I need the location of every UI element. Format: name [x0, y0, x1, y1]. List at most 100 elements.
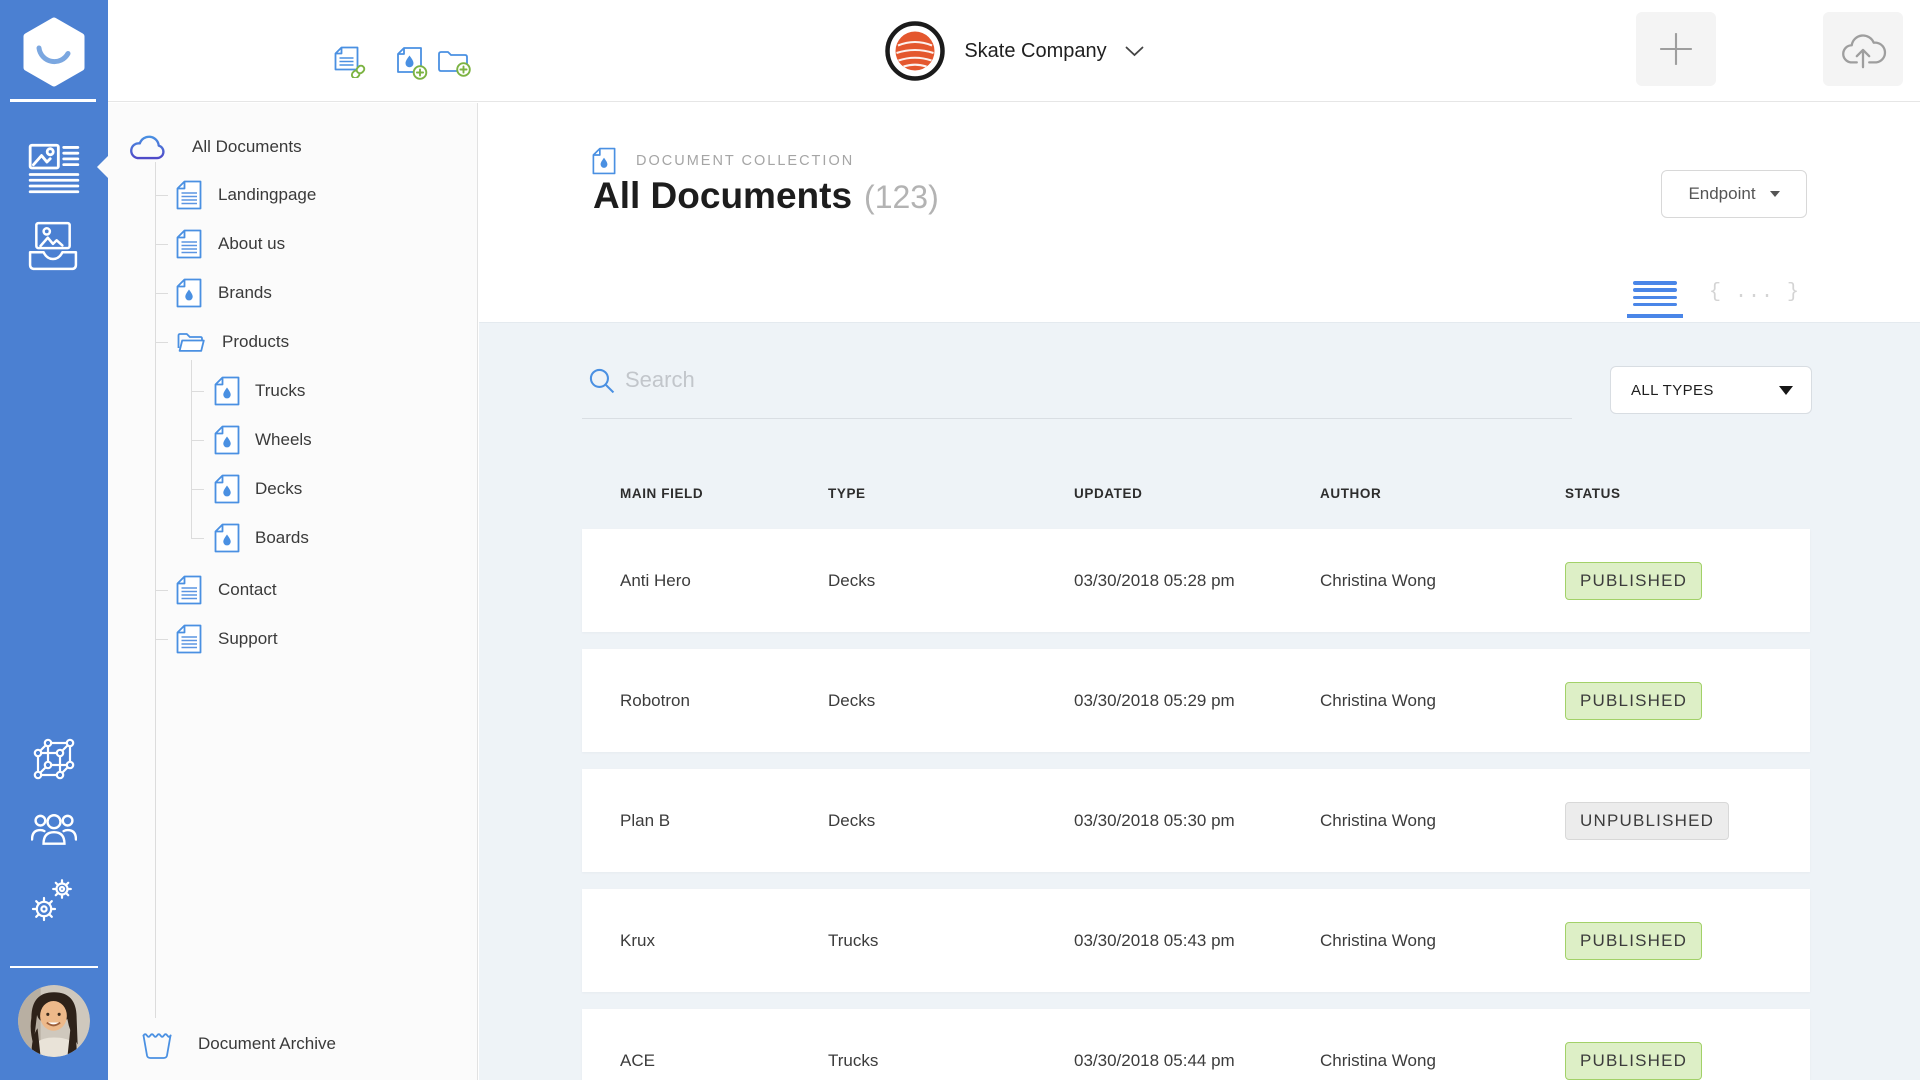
page-title: All Documents — [593, 175, 853, 216]
active-view-underline — [1626, 314, 1683, 319]
document-drop-icon — [214, 376, 240, 406]
document-lines-icon — [176, 180, 202, 210]
tree-item-label: Brands — [218, 283, 272, 302]
cell-main-field: Plan B — [620, 810, 671, 830]
column-status: STATUS — [1565, 486, 1621, 501]
column-type: TYPE — [828, 486, 866, 501]
tree-item-trucks[interactable]: Trucks — [191, 374, 305, 408]
column-author: AUTHOR — [1320, 486, 1382, 501]
tree-item-decks[interactable]: Decks — [191, 472, 302, 506]
cell-updated: 03/30/2018 05:29 pm — [1074, 690, 1235, 710]
table-row[interactable]: Anti Hero Decks 03/30/2018 05:28 pm Chri… — [582, 529, 1810, 632]
cloud-icon — [130, 135, 165, 160]
document-drop-icon — [214, 523, 240, 553]
list-view-toggle[interactable] — [1626, 279, 1683, 319]
tree-tick — [155, 243, 168, 245]
status-badge: PUBLISHED — [1565, 561, 1703, 600]
tree-item-about-us[interactable]: About us — [155, 227, 285, 261]
settings-nav-icon[interactable] — [28, 874, 80, 931]
cell-main-field: Krux — [620, 930, 655, 950]
cell-main-field: Robotron — [620, 690, 690, 710]
active-nav-notch — [97, 156, 108, 178]
search-input[interactable] — [625, 359, 1225, 401]
cell-main-field: Anti Hero — [620, 570, 691, 590]
cell-type: Decks — [828, 810, 876, 830]
cell-author: Christina Wong — [1320, 690, 1436, 710]
cell-type: Decks — [828, 570, 876, 590]
tree-item-brands[interactable]: Brands — [155, 276, 272, 310]
table-row[interactable]: ACE Trucks 03/30/2018 05:44 pm Christina… — [582, 1009, 1810, 1080]
tree-item-support[interactable]: Support — [155, 622, 278, 656]
status-badge: PUBLISHED — [1565, 681, 1703, 720]
cell-type: Trucks — [828, 930, 879, 950]
json-view-toggle[interactable]: { ... } — [1709, 279, 1800, 304]
tree-tick — [155, 194, 168, 196]
caret-down-icon — [1769, 191, 1780, 197]
table-row[interactable]: Robotron Decks 03/30/2018 05:29 pm Chris… — [582, 649, 1810, 752]
endpoint-dropdown-button[interactable]: Endpoint — [1661, 170, 1807, 218]
document-lines-icon — [176, 229, 202, 259]
tree-tick — [155, 341, 168, 343]
document-tree-sidebar: All Documents Landingpage About us Brand… — [108, 103, 478, 1080]
tree-item-contact[interactable]: Contact — [155, 573, 277, 607]
tree-item-label: Wheels — [255, 430, 312, 449]
endpoint-label: Endpoint — [1688, 184, 1756, 203]
tree-tick — [191, 439, 204, 441]
column-updated: UPDATED — [1074, 486, 1143, 501]
create-button[interactable] — [1636, 12, 1716, 86]
table-row[interactable]: Krux Trucks 03/30/2018 05:43 pm Christin… — [582, 889, 1810, 992]
collection-header: DOCUMENT COLLECTION All Documents (123) … — [479, 103, 1920, 322]
type-filter-dropdown[interactable]: ALL TYPES — [1610, 366, 1812, 414]
tree-tick — [191, 488, 204, 490]
tree-tick — [191, 390, 204, 392]
search-underline — [582, 418, 1572, 419]
chevron-down-icon — [1125, 46, 1144, 56]
archive-basket-icon — [142, 1033, 172, 1059]
tree-item-landingpage[interactable]: Landingpage — [155, 178, 316, 212]
status-badge: PUBLISHED — [1565, 1041, 1703, 1080]
search-icon — [589, 368, 615, 394]
cell-author: Christina Wong — [1320, 930, 1436, 950]
tree-item-label: Boards — [255, 528, 309, 547]
plus-icon — [1660, 33, 1692, 65]
document-lines-icon — [176, 624, 202, 654]
upload-button[interactable] — [1823, 12, 1903, 86]
tree-item-label: Trucks — [255, 381, 306, 400]
tree-item-boards[interactable]: Boards — [191, 521, 309, 555]
primary-sidebar — [0, 0, 108, 1080]
tree-item-wheels[interactable]: Wheels — [191, 423, 312, 457]
tree-item-label: Decks — [255, 479, 303, 498]
cell-author: Christina Wong — [1320, 570, 1436, 590]
collection-type-icon — [592, 147, 616, 175]
tree-root-label: All Documents — [192, 137, 302, 156]
list-icon — [1632, 281, 1677, 307]
cell-updated: 03/30/2018 05:43 pm — [1074, 930, 1235, 950]
document-count: (123) — [864, 179, 939, 215]
tree-item-label: About us — [218, 234, 286, 253]
table-header: MAIN FIELD TYPE UPDATED AUTHOR STATUS — [582, 466, 1810, 521]
top-header: Skate Company — [108, 0, 1920, 102]
app-logo-icon[interactable] — [18, 16, 90, 88]
app-screen: Skate Company All Documents Landingpage … — [0, 0, 1920, 1080]
folder-open-icon — [177, 333, 205, 352]
cell-type: Decks — [828, 690, 876, 710]
cell-updated: 03/30/2018 05:44 pm — [1074, 1050, 1235, 1070]
cell-updated: 03/30/2018 05:28 pm — [1074, 570, 1235, 590]
assets-nav-icon[interactable] — [28, 221, 80, 276]
content-nav-icon[interactable] — [28, 142, 80, 199]
users-nav-icon[interactable] — [30, 810, 83, 851]
cell-main-field: ACE — [620, 1050, 655, 1070]
tree-tick — [155, 638, 168, 640]
tree-tick — [155, 589, 168, 591]
column-main-field: MAIN FIELD — [620, 486, 704, 501]
tree-item-products[interactable]: Products — [155, 325, 289, 359]
archive-label: Document Archive — [198, 1034, 336, 1053]
rail-bottom-divider — [10, 966, 98, 968]
user-avatar[interactable] — [18, 985, 90, 1057]
schema-nav-icon[interactable] — [28, 733, 80, 788]
document-archive-link[interactable]: Document Archive — [140, 1026, 336, 1062]
table-row[interactable]: Plan B Decks 03/30/2018 05:30 pm Christi… — [582, 769, 1810, 872]
document-lines-icon — [176, 575, 202, 605]
tree-item-label: Products — [222, 332, 290, 351]
cell-type: Trucks — [828, 1050, 879, 1070]
